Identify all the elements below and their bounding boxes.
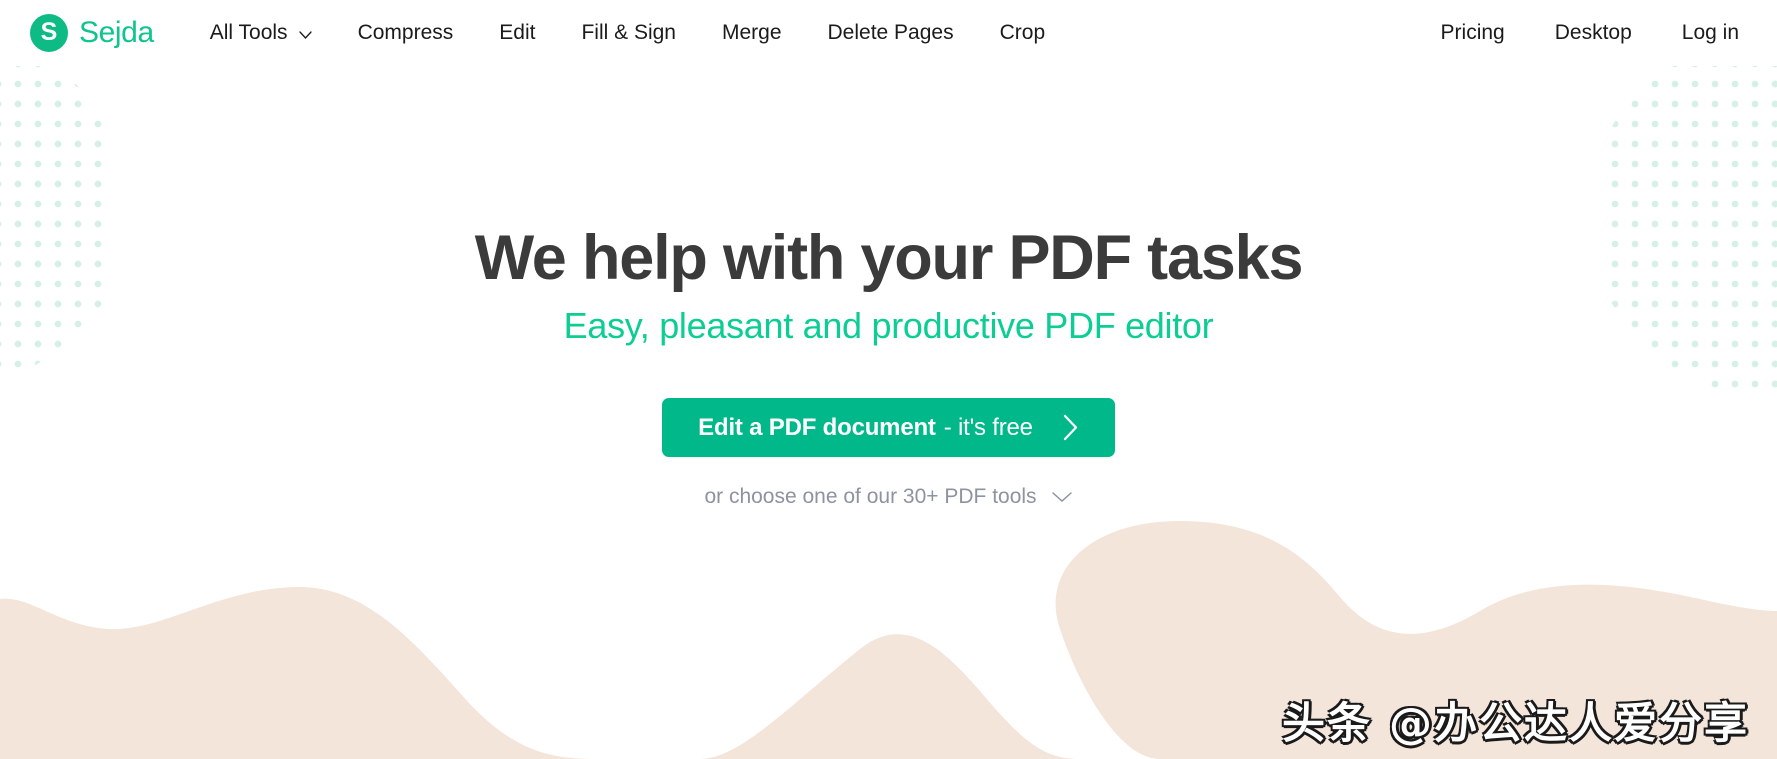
brand-name: Sejda [79,16,154,49]
nav-item-fill-and-sign[interactable]: Fill & Sign [558,15,699,51]
edit-pdf-cta-button[interactable]: Edit a PDF document - it's free [662,398,1115,458]
nav-item-compress[interactable]: Compress [335,15,477,51]
nav-item-pricing[interactable]: Pricing [1416,15,1530,51]
nav-label: Fill & Sign [581,21,676,44]
nav-item-edit[interactable]: Edit [476,15,558,51]
chevron-down-icon [1051,492,1072,503]
choose-tools-label: or choose one of our 30+ PDF tools [704,485,1037,509]
nav-label: Delete Pages [827,21,954,44]
nav-item-all-tools[interactable]: All Tools [210,15,335,51]
nav-label: Merge [721,21,782,44]
sejda-logo-icon: S [30,14,68,52]
nav-label: Desktop [1554,21,1632,44]
page-root: S Sejda All Tools Compress Edit Fill & S… [0,0,1777,759]
cta-secondary-label: - it's free [943,413,1033,441]
chevron-down-icon [298,31,312,39]
page-title: We help with your PDF tasks [474,223,1304,293]
chevron-right-icon [1063,414,1079,441]
primary-navigation: All Tools Compress Edit Fill & Sign Merg… [210,15,1068,51]
nav-label: Log in [1681,21,1739,44]
nav-label: Edit [499,21,536,44]
nav-label: Pricing [1440,21,1505,44]
nav-item-merge[interactable]: Merge [699,15,805,51]
nav-item-desktop[interactable]: Desktop [1530,15,1657,51]
hero-section: We help with your PDF tasks Easy, pleasa… [0,66,1777,509]
nav-item-log-in[interactable]: Log in [1657,15,1739,51]
page-subtitle: Easy, pleasant and productive PDF editor [563,305,1214,347]
nav-label: Crop [999,21,1046,44]
watermark-text: 头条 @办公达人爱分享 [1282,699,1749,749]
choose-tools-link[interactable]: or choose one of our 30+ PDF tools [0,485,1777,509]
cta-container: Edit a PDF document - it's free [0,398,1777,458]
site-header: S Sejda All Tools Compress Edit Fill & S… [0,0,1777,66]
secondary-navigation: Pricing Desktop Log in [1416,15,1739,51]
brand-mark-letter: S [40,17,58,46]
brand-logo[interactable]: S Sejda [30,14,154,52]
nav-label: All Tools [209,21,288,44]
nav-item-delete-pages[interactable]: Delete Pages [805,15,977,51]
cta-primary-label: Edit a PDF document [698,413,936,441]
nav-label: Compress [357,21,454,44]
nav-item-crop[interactable]: Crop [977,15,1069,51]
